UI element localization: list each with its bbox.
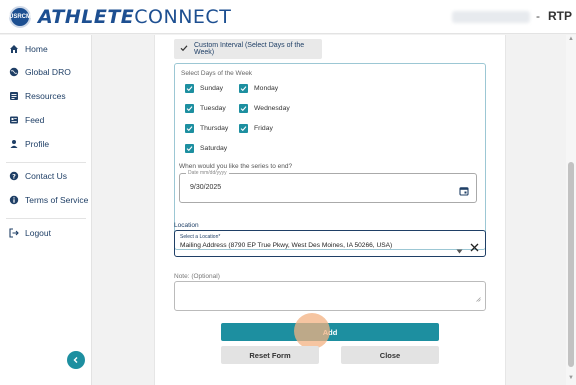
checkbox-checked-icon <box>239 124 248 133</box>
click-indicator <box>294 313 330 349</box>
app-logo: ATHLETECONNECT <box>38 6 231 28</box>
logo-primary-text: ATHLETE <box>38 6 135 28</box>
logo-badge-text: USRCM <box>9 14 31 20</box>
check-icon <box>180 44 188 54</box>
chevron-left-icon <box>72 351 80 369</box>
svg-text:?: ? <box>12 172 16 180</box>
main-content: Custom Interval (Select Days of the Week… <box>93 35 565 385</box>
scroll-down-icon[interactable]: ▼ <box>568 375 574 381</box>
sidebar-item-home[interactable]: Home <box>9 44 48 54</box>
user-separator: - <box>536 9 540 23</box>
series-end-question: When would you like the series to end? <box>179 163 293 170</box>
clear-icon[interactable] <box>470 239 479 257</box>
location-select[interactable]: Select a Location* Mailing Address (8790… <box>174 230 486 257</box>
checkbox-monday[interactable]: Monday <box>239 84 278 93</box>
checkbox-label: Sunday <box>200 85 224 92</box>
add-button[interactable]: Add <box>221 323 439 341</box>
scrollbar-thumb[interactable] <box>568 162 574 367</box>
interval-option-custom[interactable]: Custom Interval (Select Days of the Week… <box>174 39 322 59</box>
checkbox-checked-icon <box>185 124 194 133</box>
checkbox-tuesday[interactable]: Tuesday <box>185 104 226 113</box>
user-initials[interactable]: RTP <box>548 9 572 23</box>
feed-icon <box>9 115 19 125</box>
sidebar-item-resources[interactable]: Resources <box>9 91 66 101</box>
sidebar-item-label: Home <box>25 44 48 54</box>
checkbox-checked-icon <box>185 104 194 113</box>
end-date-field[interactable]: Date mm/dd/yyyy 9/30/2025 <box>179 170 477 203</box>
help-icon: ? <box>9 171 19 181</box>
resize-handle-icon[interactable] <box>476 289 481 307</box>
home-icon <box>9 44 19 54</box>
logout-icon <box>9 228 19 238</box>
checkbox-checked-icon <box>185 144 194 153</box>
reset-form-label: Reset Form <box>249 350 291 360</box>
checkbox-label: Friday <box>254 125 273 132</box>
checkbox-label: Tuesday <box>200 105 226 112</box>
collapse-sidebar-button[interactable] <box>67 351 85 369</box>
checkbox-label: Monday <box>254 85 279 92</box>
checkbox-checked-icon <box>239 84 248 93</box>
sidebar-item-logout[interactable]: Logout <box>9 228 51 238</box>
info-icon <box>9 195 19 205</box>
note-label: Note: (Optional) <box>174 273 220 280</box>
sidebar-item-label: Profile <box>25 139 50 149</box>
end-date-value: 9/30/2025 <box>190 184 222 191</box>
sidebar-item-global-dro[interactable]: Global DRO <box>9 67 71 77</box>
checkbox-label: Thursday <box>200 125 229 132</box>
close-button-label: Close <box>379 350 401 360</box>
person-icon <box>9 139 19 149</box>
sidebar: Home Global DRO Resources Feed Profile ?… <box>0 35 92 385</box>
sidebar-item-label: Logout <box>25 228 51 238</box>
location-placeholder: Select a Location* <box>180 234 221 240</box>
days-of-week-section: Select Days of the Week Sunday Monday Tu… <box>174 63 486 250</box>
note-textarea[interactable] <box>174 281 486 311</box>
location-label: Location <box>174 222 199 229</box>
sidebar-divider <box>6 218 86 219</box>
caret-down-icon[interactable] <box>456 241 463 259</box>
checkbox-checked-icon <box>185 84 194 93</box>
sidebar-item-label: Terms of Service <box>25 195 89 205</box>
usrcm-logo: USRCM <box>9 6 31 28</box>
sidebar-item-terms[interactable]: Terms of Service <box>9 195 88 205</box>
sidebar-item-profile[interactable]: Profile <box>9 139 49 149</box>
checkbox-thursday[interactable]: Thursday <box>185 124 228 133</box>
scroll-up-icon[interactable]: ▲ <box>568 36 574 42</box>
sidebar-item-contact-us[interactable]: ? Contact Us <box>9 171 67 181</box>
sidebar-divider <box>6 162 86 163</box>
checkbox-sunday[interactable]: Sunday <box>185 84 223 93</box>
checkbox-wednesday[interactable]: Wednesday <box>239 104 290 113</box>
top-bar: USRCM ATHLETECONNECT - RTP <box>0 0 576 34</box>
sidebar-item-label: Contact Us <box>25 171 68 181</box>
sidebar-item-label: Feed <box>25 115 45 125</box>
calendar-icon[interactable] <box>459 183 469 201</box>
sidebar-item-label: Global DRO <box>25 67 71 77</box>
checkbox-friday[interactable]: Friday <box>239 124 273 133</box>
user-name-redacted <box>452 11 530 23</box>
sidebar-item-feed[interactable]: Feed <box>9 115 44 125</box>
interval-option-label: Custom Interval (Select Days of the Week… <box>194 42 305 56</box>
location-selected-value: Mailing Address (8790 EP True Pkwy, West… <box>180 242 393 249</box>
close-button[interactable]: Close <box>341 346 439 364</box>
checkbox-saturday[interactable]: Saturday <box>185 144 227 153</box>
checkbox-label: Wednesday <box>254 105 290 112</box>
reset-form-button[interactable]: Reset Form <box>221 346 319 364</box>
resources-icon <box>9 91 19 101</box>
sidebar-item-label: Resources <box>25 91 66 101</box>
checkbox-checked-icon <box>239 104 248 113</box>
checkbox-label: Saturday <box>200 145 228 152</box>
days-section-title: Select Days of the Week <box>181 70 253 77</box>
logo-secondary-text: CONNECT <box>134 6 232 28</box>
globe-icon <box>9 67 19 77</box>
date-field-placeholder: Date mm/dd/yyyy <box>186 170 229 176</box>
